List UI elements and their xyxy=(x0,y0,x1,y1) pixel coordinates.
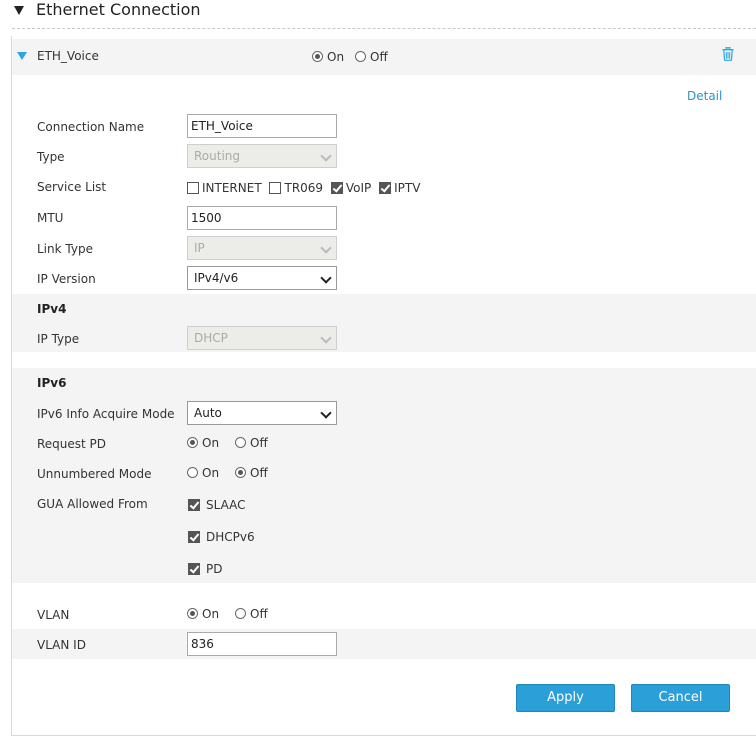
service-list-label: Service List xyxy=(37,180,107,194)
connection-state-on[interactable]: On xyxy=(312,49,344,64)
apply-button[interactable]: Apply xyxy=(516,684,615,712)
type-select: Routing xyxy=(187,144,337,168)
section-title: Ethernet Connection xyxy=(36,0,201,19)
checkbox-tr069[interactable] xyxy=(269,181,282,194)
link-type-label: Link Type xyxy=(37,242,93,256)
vlan-id-input[interactable]: 836 xyxy=(187,632,337,656)
radio-off-icon[interactable] xyxy=(235,437,246,448)
request-pd-label: Request PD xyxy=(37,437,107,451)
checkbox-slaac[interactable] xyxy=(188,498,200,511)
expand-arrow-icon[interactable] xyxy=(17,52,27,60)
mtu-input[interactable]: 1500 xyxy=(187,206,337,230)
gua-allowed-from-label: GUA Allowed From xyxy=(37,497,148,511)
gua-slaac[interactable]: SLAAC xyxy=(188,497,246,512)
connection-name-label: Connection Name xyxy=(37,120,145,134)
unnumbered-mode-label: Unnumbered Mode xyxy=(37,467,152,481)
connection-name-input[interactable]: ETH_Voice xyxy=(187,114,337,138)
ip-type-label: IP Type xyxy=(37,332,80,346)
info-acquire-mode-select[interactable]: Auto xyxy=(187,401,337,425)
gua-dhcpv6[interactable]: DHCPv6 xyxy=(188,529,255,544)
ip-version-select[interactable]: IPv4/v6 xyxy=(187,266,337,290)
chevron-down-icon xyxy=(320,272,332,284)
checkbox-pd[interactable] xyxy=(188,562,200,575)
detail-link[interactable]: Detail xyxy=(687,89,722,103)
checkbox-iptv[interactable] xyxy=(379,181,392,194)
ipv4-section xyxy=(12,294,756,352)
request-pd-on[interactable]: On xyxy=(187,435,219,450)
section-divider xyxy=(12,28,756,29)
ip-version-label: IP Version xyxy=(37,272,96,286)
chevron-down-icon xyxy=(320,407,332,419)
checkbox-dhcpv6[interactable] xyxy=(188,530,200,543)
unnumbered-mode-on[interactable]: On xyxy=(187,465,219,480)
cancel-button[interactable]: Cancel xyxy=(631,684,730,712)
vlan-id-row xyxy=(12,629,756,659)
request-pd-off[interactable]: Off xyxy=(235,435,268,450)
service-list-group: INTERNET TR069 VoIP IPTV xyxy=(187,180,420,195)
vlan-id-label: VLAN ID xyxy=(37,638,86,652)
connection-state-off[interactable]: Off xyxy=(355,49,388,64)
trash-icon[interactable] xyxy=(722,47,734,61)
radio-off-icon[interactable] xyxy=(235,467,246,478)
radio-on-icon[interactable] xyxy=(187,437,198,448)
radio-on-icon[interactable] xyxy=(312,51,323,62)
radio-on-icon[interactable] xyxy=(187,467,198,478)
mtu-label: MTU xyxy=(37,211,64,225)
ipv4-heading: IPv4 xyxy=(37,302,67,316)
checkbox-voip[interactable] xyxy=(330,181,343,194)
gua-pd[interactable]: PD xyxy=(188,561,222,576)
unnumbered-mode-off[interactable]: Off xyxy=(235,465,268,480)
radio-off-icon[interactable] xyxy=(235,608,246,619)
link-type-select: IP xyxy=(187,236,337,260)
chevron-down-icon xyxy=(320,332,332,344)
connection-name-title: ETH_Voice xyxy=(37,49,99,63)
chevron-down-icon xyxy=(320,150,332,162)
ip-type-select: DHCP xyxy=(187,326,337,350)
checkbox-internet[interactable] xyxy=(187,181,199,194)
radio-on-icon[interactable] xyxy=(187,608,198,619)
ipv6-heading: IPv6 xyxy=(37,376,67,390)
type-label: Type xyxy=(37,150,65,164)
collapse-arrow-icon[interactable] xyxy=(14,6,24,15)
info-acquire-mode-label: IPv6 Info Acquire Mode xyxy=(37,407,175,421)
radio-off-icon[interactable] xyxy=(355,51,366,62)
vlan-label: VLAN xyxy=(37,608,70,622)
chevron-down-icon xyxy=(320,242,332,254)
vlan-on[interactable]: On xyxy=(187,606,219,621)
vlan-off[interactable]: Off xyxy=(235,606,268,621)
